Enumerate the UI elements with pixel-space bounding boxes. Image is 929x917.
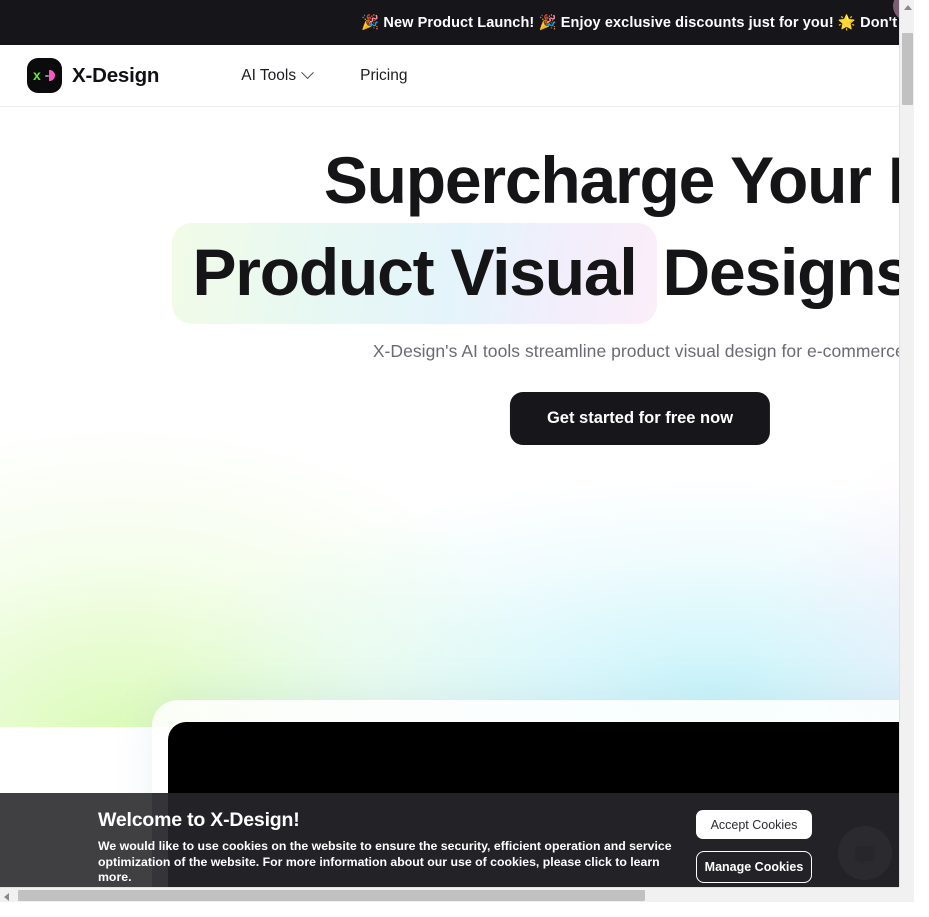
accept-cookies-button[interactable]: Accept Cookies (696, 810, 812, 839)
brand-name: X-Design (72, 63, 160, 87)
scroll-up-arrow-icon[interactable] (904, 5, 912, 10)
brand-logo-link[interactable]: x X-Design (27, 58, 159, 93)
scroll-left-arrow-icon[interactable] (4, 893, 9, 901)
hero-heading-line-1: Supercharge Your Next (323, 143, 914, 217)
x-design-logo-icon: x (27, 58, 62, 93)
cookie-banner-body: We would like to use cookies on the webs… (98, 839, 672, 884)
background-glow-green (0, 427, 570, 727)
hero-heading-line-2: Product VisualDesigns and Ads (0, 223, 914, 324)
horizontal-scrollbar[interactable] (0, 887, 914, 902)
hero-subtitle: X-Design's AI tools streamline product v… (372, 341, 914, 361)
vertical-scrollbar-thumb[interactable] (902, 33, 913, 105)
manage-cookies-button[interactable]: Manage Cookies (696, 851, 812, 883)
nav-item-pricing-label: Pricing (360, 66, 408, 84)
site-header: x X-Design AI Tools Pricing Get Started (0, 45, 914, 107)
background-glow-pink (760, 407, 914, 727)
hero-heading-line-2-rest: Designs and Ads (662, 235, 914, 309)
hero-section: Supercharge Your Next Product VisualDesi… (0, 107, 914, 727)
nav-item-ai-tools[interactable]: AI Tools (241, 66, 314, 85)
background-glow-cyan (170, 477, 914, 727)
main-nav: AI Tools Pricing (241, 66, 408, 85)
cookie-banner-title: Welcome to X-Design! (98, 809, 300, 831)
browser-viewport: 🎉 New Product Launch! 🎉 Enjoy exclusive … (0, 0, 914, 902)
page-content: 🎉 New Product Launch! 🎉 Enjoy exclusive … (0, 0, 914, 902)
scrollbar-corner (899, 887, 914, 902)
nav-item-ai-tools-label: AI Tools (241, 66, 297, 84)
hero-heading: Supercharge Your Next Product VisualDesi… (0, 137, 914, 324)
hero-cta-button[interactable]: Get started for free now (509, 392, 771, 445)
horizontal-scrollbar-thumb[interactable] (18, 890, 645, 901)
hero-heading-highlight: Product Visual (172, 223, 657, 324)
announcement-text: 🎉 New Product Launch! 🎉 Enjoy exclusive … (361, 15, 914, 31)
vertical-scrollbar[interactable] (899, 0, 914, 902)
nav-item-pricing[interactable]: Pricing (360, 67, 407, 85)
logo-x-glyph: x (33, 67, 41, 83)
logo-d-glyph (49, 70, 55, 81)
announcement-bar[interactable]: 🎉 New Product Launch! 🎉 Enjoy exclusive … (0, 0, 914, 45)
chevron-down-icon (301, 66, 314, 80)
